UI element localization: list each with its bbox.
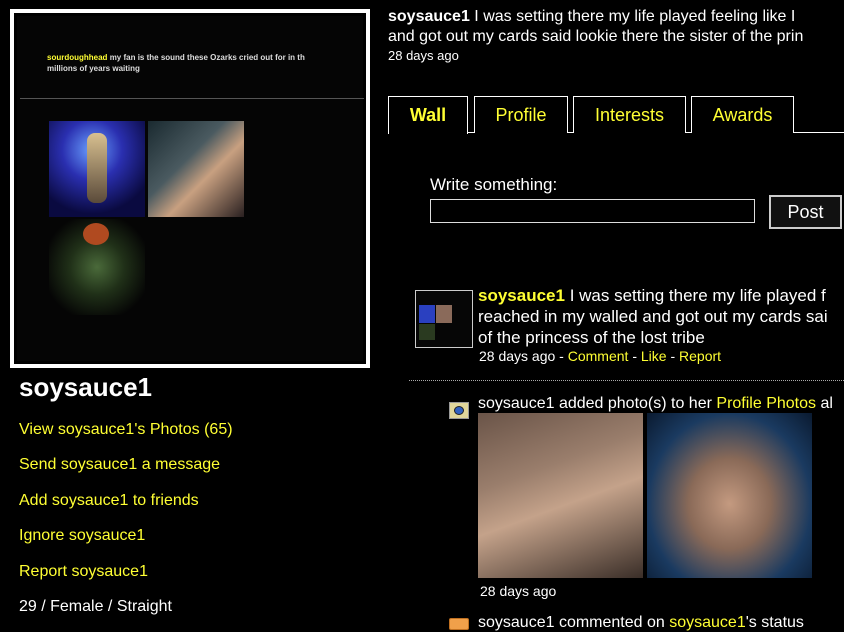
activity-comment-text: soysauce1 commented on [478, 614, 665, 631]
picture-caption-line2: millions of years waiting [47, 64, 140, 73]
picture-caption-text: my fan is the sound these Ozarks cried o… [109, 53, 305, 62]
status-text-line2: and got out my cards said lookie there t… [388, 28, 804, 45]
post-meta: 28 days ago - Comment - Like - Report [479, 348, 721, 364]
picture-caption-user: sourdoughhead [47, 53, 108, 62]
current-status: soysauce1 I was setting there my life pl… [388, 7, 844, 47]
picture-divider [20, 98, 364, 99]
ignore-user-link[interactable]: Ignore soysauce1 [19, 527, 145, 545]
profile-photos-link[interactable]: Profile Photos [716, 395, 816, 412]
post-meta-separator: - [555, 348, 568, 364]
tab-interests[interactable]: Interests [573, 96, 686, 133]
picture-caption: sourdoughhead my fan is the sound these … [47, 52, 366, 74]
activity-photos-text: soysauce1 added photo(s) to her [478, 395, 712, 412]
activity-comment-tail: 's status [745, 614, 804, 631]
post-username[interactable]: soysauce1 [478, 286, 565, 305]
activity-comment: soysauce1 commented on soysauce1's statu… [478, 614, 844, 632]
send-message-link[interactable]: Send soysauce1 a message [19, 456, 220, 474]
post-line-1: I was setting there my life played f [569, 286, 826, 305]
photo-activity-icon [449, 402, 469, 419]
post-divider [409, 380, 844, 381]
status-text: I was setting there my life played feeli… [474, 8, 796, 25]
post-button[interactable]: Post [769, 195, 842, 229]
activity-photos: soysauce1 added photo(s) to her Profile … [478, 395, 844, 413]
profile-username: soysauce1 [19, 372, 152, 402]
post-line-3: of the princess of the lost tribe [478, 328, 705, 347]
status-username: soysauce1 [388, 8, 470, 25]
report-link[interactable]: Report [679, 348, 721, 364]
post-avatar-thumb-3 [419, 324, 435, 340]
wall-post-input[interactable] [430, 199, 755, 223]
view-photos-link[interactable]: View soysauce1's Photos (65) [19, 421, 233, 439]
like-link[interactable]: Like [641, 348, 667, 364]
activity-photo-1[interactable] [478, 413, 643, 578]
tab-awards[interactable]: Awards [691, 96, 794, 133]
post-meta-separator: - [666, 348, 680, 364]
picture-thumb-concert [49, 121, 145, 217]
write-label: Write something: [430, 175, 558, 194]
activity-photo-2[interactable] [647, 413, 812, 578]
picture-thumb-costume [49, 219, 145, 315]
post-line-2: reached in my walled and got out my card… [478, 307, 828, 326]
tab-wall[interactable]: Wall [388, 96, 468, 134]
post-avatar-thumb-1 [419, 305, 435, 323]
comment-activity-icon [449, 618, 469, 630]
tab-profile[interactable]: Profile [474, 96, 568, 133]
status-timestamp: 28 days ago [388, 48, 459, 63]
picture-thumb-portrait [148, 121, 244, 217]
post-avatar-thumb-2 [436, 305, 452, 323]
add-friend-link[interactable]: Add soysauce1 to friends [19, 492, 199, 510]
comment-link[interactable]: Comment [568, 348, 629, 364]
post-avatar[interactable] [415, 290, 473, 348]
post-timestamp: 28 days ago [479, 348, 556, 364]
post-meta-separator: - [628, 348, 641, 364]
activity-timestamp: 28 days ago [480, 583, 557, 599]
profile-picture[interactable]: sourdoughhead my fan is the sound these … [10, 9, 370, 368]
report-user-link[interactable]: Report soysauce1 [19, 563, 148, 581]
activity-photos-tail: al [820, 395, 833, 412]
profile-picture-screenshot: sourdoughhead my fan is the sound these … [17, 16, 364, 361]
profile-info: 29 / Female / Straight [19, 598, 172, 615]
activity-comment-user-link[interactable]: soysauce1 [669, 614, 746, 631]
wall-post-text: soysauce1 I was setting there my life pl… [478, 285, 844, 348]
